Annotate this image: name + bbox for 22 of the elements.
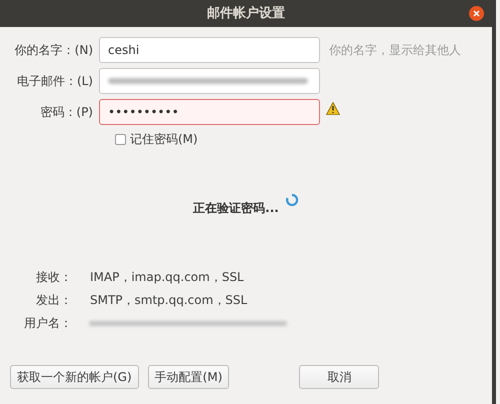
field-hint: 你的名字，显示给其他人 (328, 42, 461, 59)
dialog-button[interactable]: 取消 (299, 365, 380, 389)
close-button[interactable] (469, 6, 484, 21)
remember-password-checkbox[interactable] (115, 134, 126, 144)
info-label: 接收： (35, 269, 72, 286)
close-icon (473, 10, 480, 17)
field-label: 你的名字：(N) (14, 42, 94, 59)
window-title: 邮件帐户设置 (207, 4, 285, 23)
info-label: 发出： (35, 292, 72, 309)
field-label: 电子邮件：(L) (16, 73, 94, 90)
field-label: 密码：(P) (39, 104, 94, 121)
warning-icon (326, 102, 340, 114)
checkbox-label: 记住密码(M) (130, 131, 198, 148)
dialog-button[interactable]: 获取一个新的帐户(G) (10, 365, 139, 389)
input-field[interactable]: ceshi (99, 37, 320, 63)
info-value: IMAP，imap.qq.com，SSL (89, 269, 244, 286)
dialog-button[interactable]: 手动配置(M) (148, 365, 230, 389)
input-field[interactable] (99, 68, 320, 94)
info-label: 用户名： (23, 315, 72, 332)
status-text: 正在验证密码... (193, 200, 279, 217)
input-field[interactable]: •••••••••• (99, 99, 320, 125)
info-value: SMTP，smtp.qq.com，SSL (89, 292, 248, 309)
